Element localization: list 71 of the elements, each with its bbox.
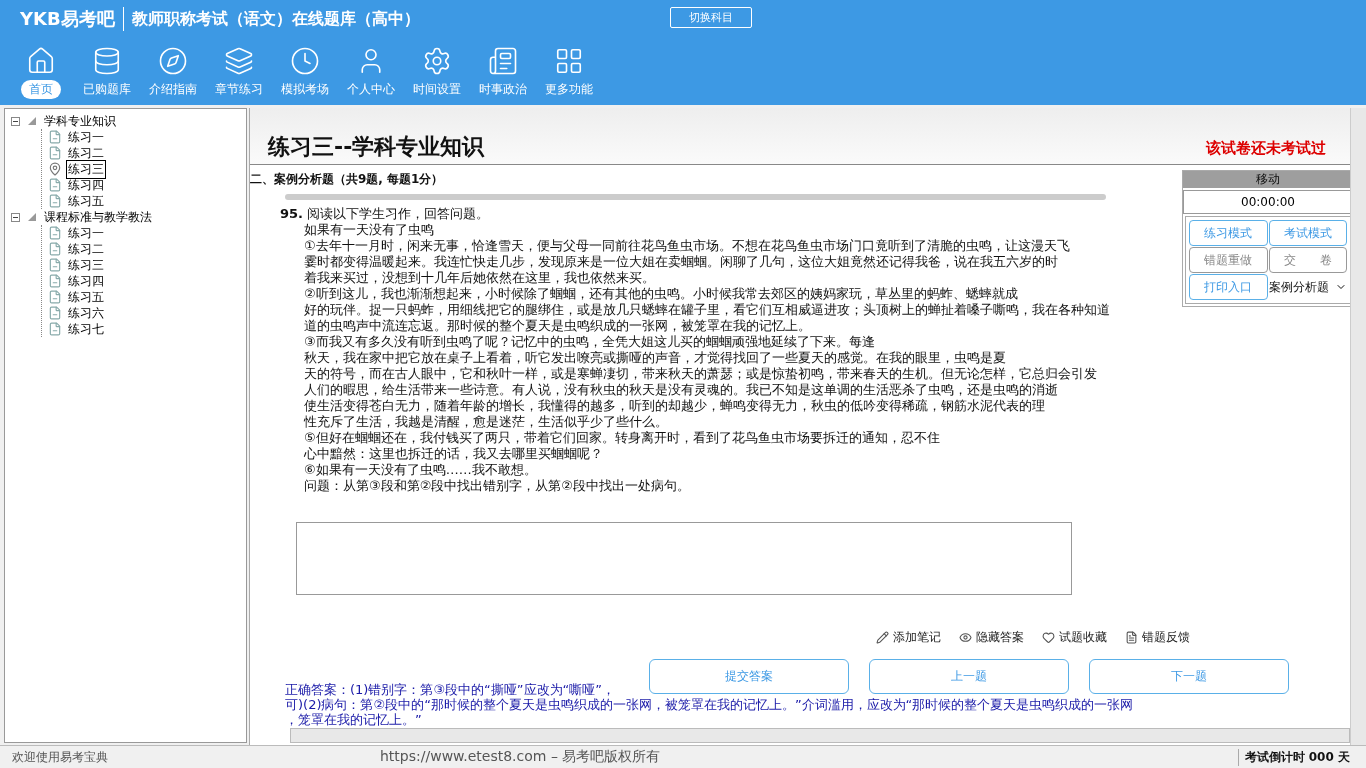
passage-line: ②听到这儿，我也渐渐想起来，小时候除了蝈蝈，还有其他的虫鸣。小时候我常去郊区的姨妈家玩，草丛里的蚂蚱、蟋蟀就成 [304,286,1018,302]
passage-line: 人们的暇思，给生活带来一些诗意。有人说，没有秋虫的秋天是没有灵魂的。我已不知是这单调的生活恶杀了虫鸣，还是虫鸣的消逝 [304,382,1058,398]
document-icon [48,322,62,336]
answer-line: ，笼罩在我的记忆上。” [285,712,422,727]
document-icon [48,290,62,304]
passage-line: 秋天，我在家中把它放在桌子上看着，听它发出嘹亮或撕哑的声音，才觉得找回了一些夏天的感觉。在我的眼里，虫鸣是夏 [304,350,1006,366]
logo: YKB易考吧 [20,7,124,31]
collapse-toggle[interactable] [11,116,20,126]
tree-folder[interactable]: 课程标准与教学教法 [44,208,152,226]
answer-line: 正确答案：(1)错别字：第③段中的“撕哑”应改为“嘶哑”， [285,682,615,697]
passage-line: 问题：从第③段和第②段中找出错别字，从第②段中找出一处病句。 [304,478,690,494]
triangle-icon [28,117,36,125]
document-icon [48,226,62,240]
passage-line: ⑥如果有一天没有了虫鸣……我不敢想。 [304,462,537,478]
app-title: 教师职称考试（语文）在线题库（高中） [130,8,420,30]
grid-icon[interactable] [554,46,584,76]
eye-icon [959,631,972,644]
collapse-toggle[interactable] [11,212,20,222]
heart-icon [1042,631,1055,644]
home-icon[interactable] [26,46,56,76]
tool-link[interactable]: 试题收藏 [1042,629,1107,646]
document-pin-icon [48,162,62,176]
tree-folder[interactable]: 学科专业知识 [44,112,116,130]
move-handle[interactable]: 移动 [1183,171,1353,188]
compass-icon[interactable] [158,46,188,76]
database-icon[interactable] [92,46,122,76]
document-icon [48,274,62,288]
document-icon [48,146,62,160]
passage-line: ③而我又有多久没有听到虫鸣了呢？记忆中的虫鸣，全凭大姐这儿买的蝈蝈顽强地延续了下来。每逢 [304,334,875,350]
document-icon [48,258,62,272]
vertical-scrollbar[interactable] [1350,108,1366,745]
exam-title: 练习三--学科专业知识 [268,133,485,161]
document-icon [48,242,62,256]
passage-line: 使生活变得苍白无力，随着年龄的增长，我懂得的越多，听到的却越少，蝉鸣变得无力，秋虫的低吟变得稀疏，钢筋水泥代表的理 [304,398,1045,414]
layers-icon[interactable] [224,46,254,76]
passage-line: 霎时都变得温暖起来。我连忙快走几步，发现原来是一位大姐在卖蝈蝈。闲聊了几句，这位大姐竟然还记得我爸，说在我五六岁的时 [304,254,1058,270]
passage-line: 好的玩伴。捉一只蚂蚱，用细线把它的腿绑住，或是放几只蟋蟀在罐子里，看它们互相威逼进攻；头顶树上的蝉扯着嗓子嘶鸣，我在各种知道 [304,302,1110,318]
passage-line: 着我来买过，没想到十几年后她依然在这里，我也依然来买。 [304,270,655,286]
horizontal-scrollbar[interactable] [290,728,1350,743]
passage-line: 性充斥了生活，我越是清醒，愈是迷茫，生活似乎少了些什么。 [304,414,668,430]
passage-line: 如果有一天没有了虫鸣 [304,222,434,238]
passage-line: ⑤但好在蝈蝈还在，我付钱买了两只，带着它们回家。转身离开时，看到了花鸟鱼虫市场要拆迁的通知，忍不住 [304,430,940,446]
tool-link[interactable]: 添加笔记 [876,629,941,646]
document-icon [48,130,62,144]
question-prompt: 阅读以下学生习作，回答问题。 [307,206,490,221]
document-icon [48,194,62,208]
answer-line: 可)(2)病句：第②段中的“那时候的整个夏天是虫鸣织成的一张网，被笼罩在我的记忆上。”介词滥用，应改为“那时候的整个夏天是虫鸣织成的一张网 [285,697,1134,712]
triangle-icon [28,213,36,221]
tree-item[interactable]: 练习三 [66,159,106,179]
welcome-text: 欢迎使用易考宝典 [11,748,109,766]
clock-icon[interactable] [290,46,320,76]
newspaper-icon[interactable] [488,46,518,76]
question-type-select[interactable]: 案例分析题 [1268,274,1347,300]
passage-line: ①去年十一月时，闲来无事，恰逢雪天，便与父母一同前往花鸟鱼虫市场。不想在花鸟鱼虫市场门口竟听到了清脆的虫鸣，让这漫天飞 [304,238,1070,254]
settings-icon[interactable] [422,46,452,76]
passage-line: 道的虫鸣声中流连忘返。那时候的整个夏天是虫鸣织成的一张网，被笼罩在我的记忆上。 [304,318,811,334]
tool-link[interactable]: 错题反馈 [1125,629,1190,646]
document-icon [48,178,62,192]
exam-status: 该试卷还未考试过 [1206,139,1326,158]
section-heading: 二、案例分析题（共9题, 每题1分） [250,171,444,188]
pencil-icon [876,631,889,644]
question-number: 95. [280,206,304,221]
document-icon [1125,631,1138,644]
copyright-text: https://www.etest8.com – 易考吧版权所有 [380,748,662,766]
passage-line: 心中黯然：这里也拆迁的话，我又去哪里买蝈蝈呢？ [304,446,603,462]
passage-line: 天的符号，而在古人眼中，它和秋叶一样，或是寒蝉凄切，带来秋天的萧瑟；或是惊蛰初鸣，带来春天的生机。但无论怎样，它总归会引发 [304,366,1097,382]
tool-link[interactable]: 隐藏答案 [959,629,1024,646]
timer: 00:00:00 [1183,190,1353,214]
answer-field[interactable] [296,522,1072,595]
document-icon [48,306,62,320]
countdown-text: 考试倒计时 000 天 [1237,748,1366,766]
